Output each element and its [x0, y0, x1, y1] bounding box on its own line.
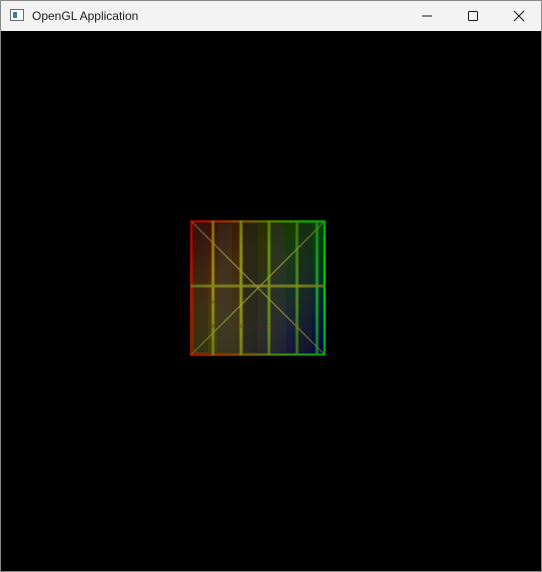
maximize-icon [468, 11, 478, 21]
app-icon-pane [13, 12, 17, 18]
window-app-icon[interactable] [10, 9, 24, 21]
minimize-button[interactable] [404, 1, 450, 31]
minimize-icon [422, 15, 432, 17]
title-bar[interactable]: OpenGL Application [1, 1, 541, 31]
maximize-button[interactable] [450, 1, 496, 31]
textured-quad [190, 220, 326, 356]
app-window: OpenGL Application [0, 0, 542, 572]
close-icon [513, 10, 525, 22]
close-button[interactable] [496, 1, 541, 31]
opengl-viewport[interactable] [1, 31, 541, 571]
window-title: OpenGL Application [32, 9, 139, 23]
